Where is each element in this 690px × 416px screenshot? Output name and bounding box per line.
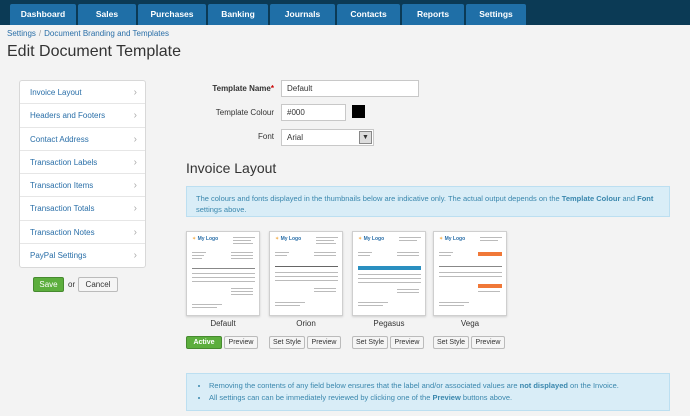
chevron-right-icon: › bbox=[133, 87, 137, 98]
breadcrumb-separator: / bbox=[38, 29, 42, 38]
colour-swatch[interactable] bbox=[352, 105, 365, 118]
chevron-right-icon: › bbox=[133, 226, 137, 238]
nav-tab-banking[interactable]: Banking bbox=[208, 4, 268, 25]
breadcrumb: Settings / Document Branding and Templates bbox=[7, 29, 169, 38]
save-button[interactable]: Save bbox=[33, 277, 64, 292]
notes-info-box: Removing the contents of any field below… bbox=[186, 373, 670, 411]
breadcrumb-settings[interactable]: Settings bbox=[7, 29, 36, 38]
page-title: Edit Document Template bbox=[7, 43, 182, 60]
thumbnail-logo: ✶ My Logo bbox=[439, 236, 466, 242]
side-item-contact-address[interactable]: Contact Address › bbox=[20, 128, 145, 151]
set-style-button[interactable]: Set Style bbox=[352, 336, 388, 349]
side-item-transaction-totals[interactable]: Transaction Totals › bbox=[20, 197, 145, 221]
nav-tab-reports[interactable]: Reports bbox=[402, 4, 464, 25]
nav-tab-sales[interactable]: Sales bbox=[78, 4, 136, 25]
chevron-right-icon: › bbox=[133, 203, 137, 215]
side-menu: Invoice Layout › Headers and Footers › Con… bbox=[19, 80, 146, 269]
or-text: or bbox=[68, 280, 76, 289]
thumbnail-default[interactable]: ✶ My Logo bbox=[186, 231, 260, 316]
invoice-layout-title: Invoice Layout bbox=[186, 160, 277, 176]
template-name-input[interactable]: Default bbox=[281, 80, 419, 97]
note-item: All settings can can be immediately revi… bbox=[209, 392, 660, 404]
nav-tab-settings[interactable]: Settings bbox=[466, 4, 526, 25]
side-item-label: Transaction Notes bbox=[30, 227, 95, 237]
side-item-label: Headers and Footers bbox=[30, 111, 106, 121]
thumbnail-logo: ✶ My Logo bbox=[275, 236, 302, 242]
breadcrumb-document-branding[interactable]: Document Branding and Templates bbox=[44, 29, 169, 38]
chevron-down-icon[interactable]: ▼ bbox=[359, 131, 372, 144]
nav-tab-journals[interactable]: Journals bbox=[270, 4, 335, 25]
side-item-label: Transaction Items bbox=[30, 181, 94, 191]
side-item-label: PayPal Settings bbox=[30, 251, 87, 261]
active-badge: Active bbox=[186, 336, 222, 349]
side-item-transaction-items[interactable]: Transaction Items › bbox=[20, 174, 145, 198]
template-name-vega: Vega bbox=[460, 319, 480, 328]
top-nav: Dashboard Sales Purchases Banking Journa… bbox=[0, 0, 690, 25]
side-item-paypal-settings[interactable]: PayPal Settings › bbox=[20, 244, 145, 267]
template-name-default: Default bbox=[210, 319, 236, 328]
set-style-button[interactable]: Set Style bbox=[433, 336, 469, 349]
template-name-orion: Orion bbox=[296, 319, 316, 328]
thumbnail-logo: ✶ My Logo bbox=[192, 236, 219, 242]
side-item-transaction-labels[interactable]: Transaction Labels › bbox=[20, 151, 145, 175]
thumbnail-info-box: The colours and fonts displayed in the t… bbox=[186, 186, 670, 217]
chevron-right-icon: › bbox=[133, 180, 137, 192]
chevron-right-icon: › bbox=[133, 110, 137, 122]
thumbnail-logo: ✶ My Logo bbox=[358, 236, 385, 242]
thumbnail-vega[interactable]: ✶ My Logo bbox=[433, 231, 507, 316]
thumbnail-orion[interactable]: ✶ My Logo bbox=[269, 231, 343, 316]
note-item: Removing the contents of any field below… bbox=[209, 380, 660, 392]
preview-button[interactable]: Preview bbox=[471, 336, 505, 349]
font-select[interactable]: Arial ▼ bbox=[281, 129, 374, 146]
side-item-invoice-layout[interactable]: Invoice Layout › bbox=[20, 81, 145, 105]
template-colour-label: Template Colour bbox=[215, 108, 274, 117]
side-item-transaction-notes[interactable]: Transaction Notes › bbox=[20, 221, 145, 245]
side-item-label: Invoice Layout bbox=[30, 88, 82, 97]
set-style-button[interactable]: Set Style bbox=[269, 336, 305, 349]
side-item-headers-footers[interactable]: Headers and Footers › bbox=[20, 104, 145, 128]
side-item-label: Transaction Labels bbox=[30, 157, 98, 167]
template-colour-input[interactable]: #000 bbox=[281, 104, 346, 121]
font-label: Font bbox=[257, 132, 274, 141]
cancel-button[interactable]: Cancel bbox=[78, 277, 118, 292]
side-item-label: Contact Address bbox=[30, 134, 89, 144]
font-select-value: Arial bbox=[287, 133, 304, 142]
chevron-right-icon: › bbox=[133, 156, 137, 168]
template-name-pegasus: Pegasus bbox=[373, 319, 405, 328]
chevron-right-icon: › bbox=[133, 133, 137, 145]
preview-button[interactable]: Preview bbox=[390, 336, 424, 349]
nav-tab-contacts[interactable]: Contacts bbox=[337, 4, 400, 25]
nav-tab-purchases[interactable]: Purchases bbox=[138, 4, 206, 25]
chevron-right-icon: › bbox=[133, 250, 137, 262]
preview-button[interactable]: Preview bbox=[224, 336, 258, 349]
nav-tab-dashboard[interactable]: Dashboard bbox=[10, 4, 76, 25]
preview-button[interactable]: Preview bbox=[307, 336, 341, 349]
template-name-label: Template Name* bbox=[212, 84, 274, 93]
side-item-label: Transaction Totals bbox=[30, 204, 95, 214]
thumbnail-pegasus[interactable]: ✶ My Logo bbox=[352, 231, 426, 316]
